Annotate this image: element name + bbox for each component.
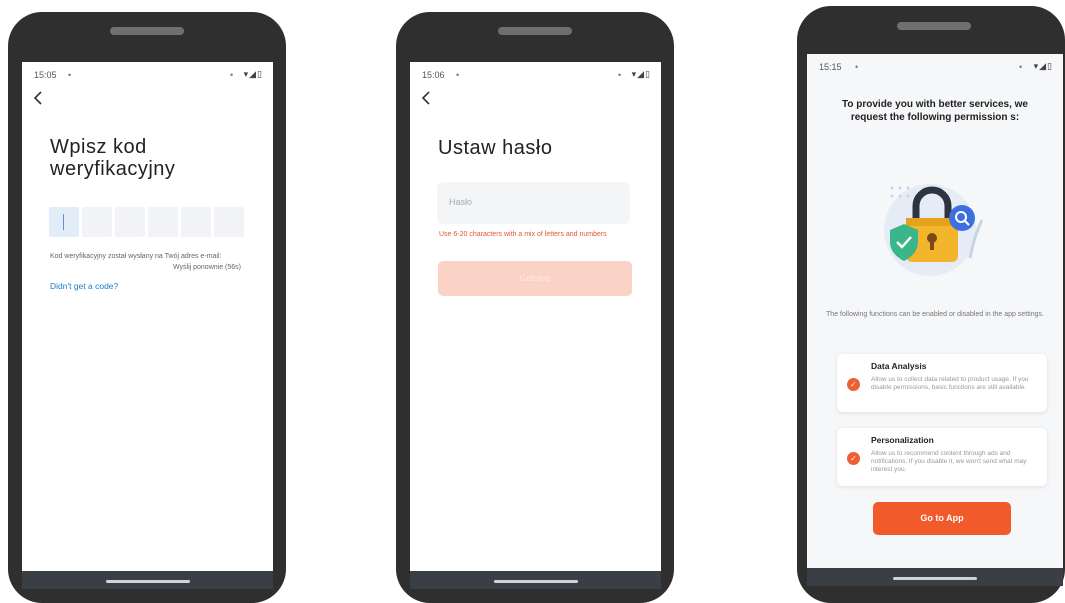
done-button[interactable]: Gotowe: [438, 261, 632, 296]
speaker: [110, 27, 184, 35]
no-code-link[interactable]: Didn't get a code?: [50, 281, 118, 291]
status-dot: •: [230, 70, 234, 80]
permission-card-data-analysis[interactable]: ✓ Data Analysis Allow us to collect data…: [837, 354, 1047, 412]
status-icons: ▾◢▯: [243, 69, 263, 79]
status-time: 15:15: [819, 62, 842, 72]
page-title-line: weryfikacyjny: [50, 158, 176, 180]
home-indicator[interactable]: [893, 577, 977, 580]
code-digit-box[interactable]: [181, 207, 211, 237]
check-icon[interactable]: ✓: [847, 378, 860, 391]
back-button[interactable]: [421, 90, 431, 109]
done-button-label: Gotowe: [519, 273, 551, 283]
chevron-left-icon: [33, 91, 42, 105]
permission-description: Allow us to collect data related to prod…: [871, 376, 1029, 391]
status-dot: •: [456, 70, 460, 80]
status-icons: ▾◢▯: [631, 69, 651, 79]
status-dot: •: [68, 70, 72, 80]
phone-3: 15:15 • • ▾◢▯ To provide you with better…: [797, 6, 1065, 603]
status-bar: 15:15 • • ▾◢▯: [807, 54, 1063, 76]
phone-1: 15:05 • • ▾◢▯ Wpisz kod weryfikacyjny Ko…: [8, 12, 286, 603]
status-dot: •: [1019, 62, 1023, 72]
go-to-app-label: Go to App: [920, 513, 964, 523]
phone-2: 15:06 • • ▾◢▯ Ustaw hasło Hasło Use 6-20…: [396, 12, 674, 603]
password-hint: Use 6-20 characters with a mix of letter…: [439, 231, 607, 238]
status-bar: 15:06 • • ▾◢▯: [410, 62, 661, 84]
check-icon[interactable]: ✓: [847, 452, 860, 465]
permission-title: Data Analysis: [871, 361, 927, 371]
status-icons: ▾◢▯: [1033, 61, 1053, 71]
page-title-line: Wpisz kod: [50, 136, 147, 158]
code-sent-info: Kod weryfikacyjny został wysłany na Twój…: [50, 253, 222, 260]
page-title: Ustaw hasło: [438, 137, 553, 159]
status-dot: •: [855, 62, 859, 72]
back-button[interactable]: [33, 90, 43, 109]
password-placeholder: Hasło: [449, 197, 473, 207]
permission-title: Personalization: [871, 435, 934, 445]
speaker: [897, 22, 971, 30]
status-dot: •: [618, 70, 622, 80]
password-field[interactable]: Hasło: [437, 182, 630, 224]
resend-countdown[interactable]: Wyślij ponownie (56s): [173, 264, 241, 271]
speaker: [498, 27, 572, 35]
navigation-bar: [22, 571, 273, 589]
status-bar: 15:05 • • ▾◢▯: [22, 62, 273, 84]
home-indicator[interactable]: [493, 580, 578, 583]
permissions-subtitle: The following functions can be enabled o…: [826, 311, 1044, 318]
magnifier-icon: [949, 205, 975, 231]
code-digit-box[interactable]: [49, 207, 79, 237]
screen-permissions: 15:15 • • ▾◢▯ To provide you with better…: [807, 54, 1063, 586]
home-indicator[interactable]: [105, 580, 190, 583]
status-time: 15:05: [34, 70, 57, 80]
code-digit-box[interactable]: [82, 207, 112, 237]
go-to-app-button[interactable]: Go to App: [873, 502, 1011, 535]
code-digit-box[interactable]: [148, 207, 178, 237]
screen-set-password: 15:06 • • ▾◢▯ Ustaw hasło Hasło Use 6-20…: [410, 62, 661, 589]
text-caret: [63, 214, 64, 230]
code-digit-box[interactable]: [214, 207, 244, 237]
status-time: 15:06: [422, 70, 445, 80]
screen-verification-code: 15:05 • • ▾◢▯ Wpisz kod weryfikacyjny Ko…: [22, 62, 273, 589]
permissions-title: To provide you with better services, we …: [842, 99, 1028, 123]
permissions-illustration: [884, 184, 984, 276]
permission-card-personalization[interactable]: ✓ Personalization Allow us to recommend …: [837, 428, 1047, 486]
chevron-left-icon: [421, 91, 430, 105]
page-title: Wpisz kod weryfikacyjny: [50, 136, 175, 180]
navigation-bar: [410, 571, 661, 589]
code-digit-box[interactable]: [115, 207, 145, 237]
permission-description: Allow us to recommend content through ad…: [871, 450, 1027, 473]
navigation-bar: [807, 568, 1063, 586]
verification-code-input[interactable]: [49, 207, 244, 237]
